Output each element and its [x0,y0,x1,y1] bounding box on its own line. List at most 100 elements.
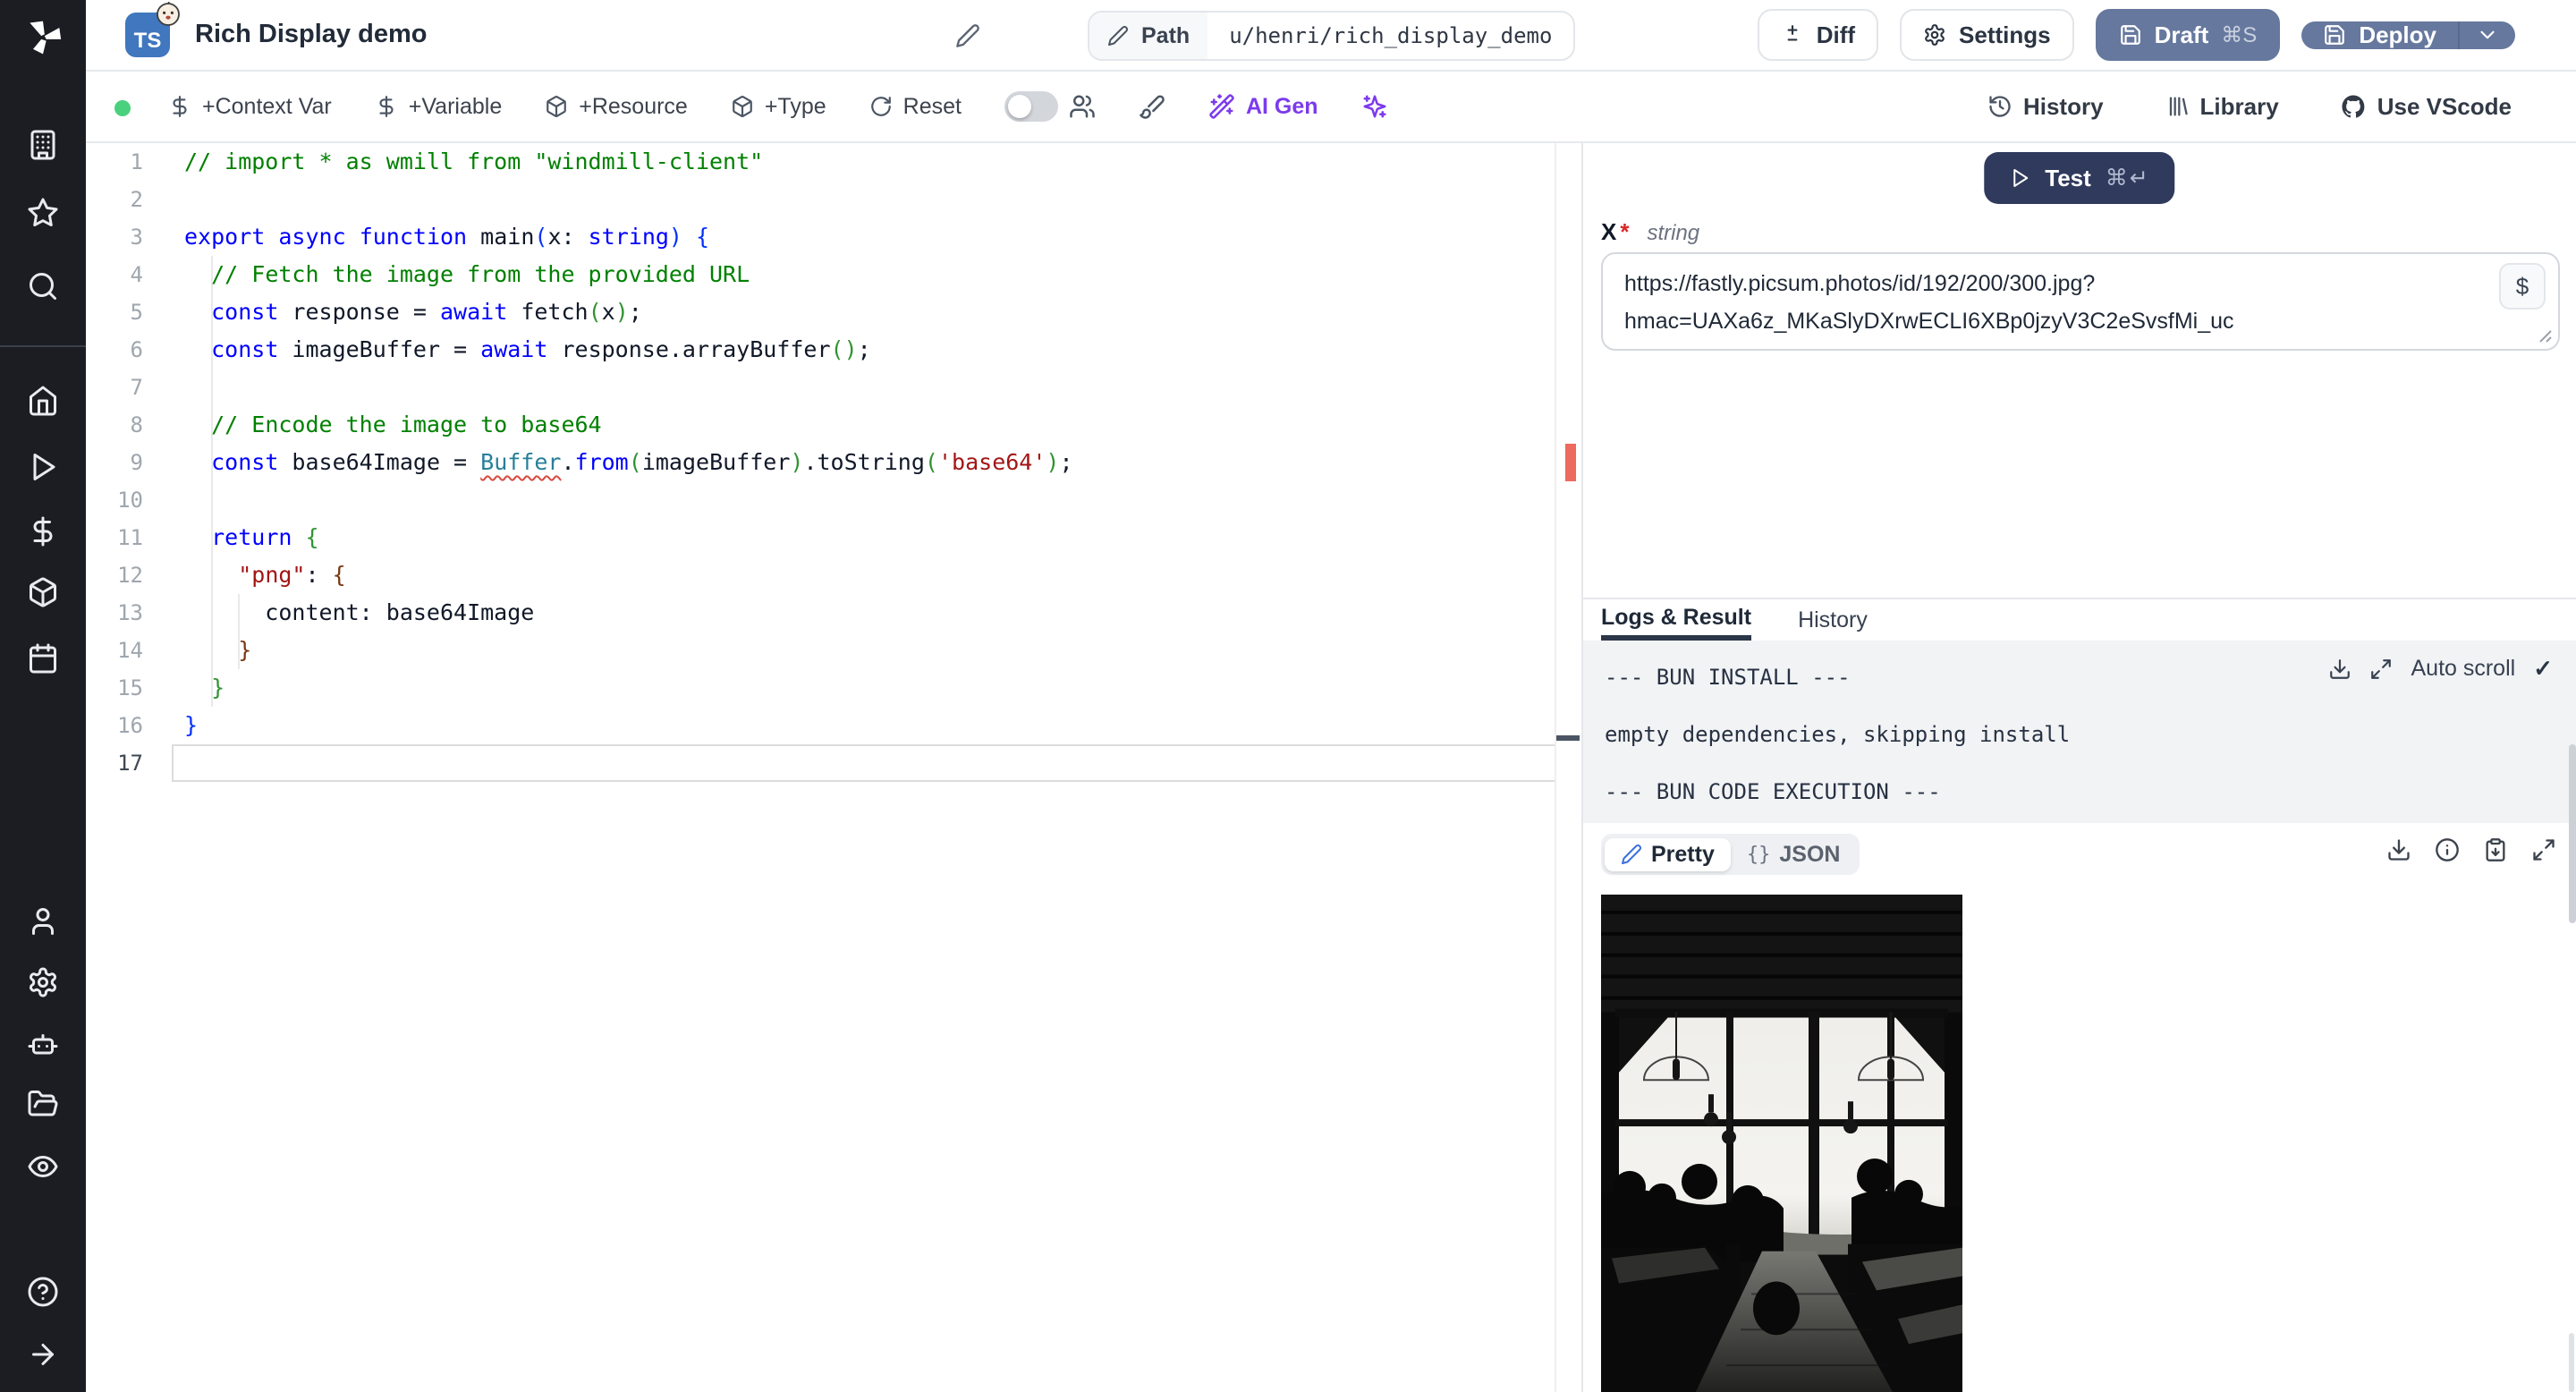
code-line[interactable]: // import * as wmill from "windmill-clie… [184,143,1563,181]
library-icon [2169,97,2188,116]
deploy-button[interactable]: Deploy [2301,21,2515,49]
code-line[interactable] [184,369,1563,406]
test-button[interactable]: Test ⌘↵ [1984,152,2175,204]
top-header: TS Rich Display demo Path u/henri/rich_d… [86,0,2576,72]
gear-icon [1925,24,1945,46]
pretty-tab[interactable]: Pretty [1605,837,1731,871]
format-code-button[interactable] [1139,93,1165,120]
code-line[interactable]: // Encode the image to base64 [184,406,1563,444]
play-icon [2013,169,2029,187]
code-line[interactable]: } [184,707,1563,744]
pen-icon [1622,845,1642,864]
edit-summary-pencil-icon[interactable] [955,23,980,48]
folders-icon[interactable] [27,1088,59,1120]
code-line[interactable]: return { [184,519,1563,556]
code-line[interactable]: const imageBuffer = await response.array… [184,331,1563,369]
resize-handle[interactable] [2538,329,2553,344]
code-line[interactable] [184,744,1563,782]
required-asterisk: * [1620,218,1630,245]
fullscreen-icon[interactable] [2531,837,2556,862]
search-icon[interactable] [27,270,59,302]
code-line[interactable]: export async function main(x: string) { [184,218,1563,256]
windmill-logo-icon[interactable] [23,18,63,57]
code-line[interactable]: "png": { [184,556,1563,594]
variables-dollar-icon[interactable] [27,515,59,547]
line-number: 2 [130,187,143,212]
schedules-calendar-icon[interactable] [27,642,59,675]
deploy-dropdown[interactable] [2458,21,2515,49]
add-resource-button[interactable]: +Resource [545,94,688,120]
reset-button[interactable]: Reset [869,94,962,120]
add-type-button[interactable]: +Type [731,94,826,120]
favorites-star-icon[interactable] [27,197,59,229]
log-scrollbar-thumb[interactable] [2569,744,2576,923]
preview-panel: Test ⌘↵ X * string https://fastly.picsum.… [1581,143,2576,1392]
history-button[interactable]: History [1987,93,2104,121]
help-icon[interactable] [27,1276,59,1308]
settings-gear-icon[interactable] [27,966,59,998]
line-number: 10 [117,488,143,513]
multiplayer-toggle[interactable] [1004,91,1096,122]
draft-shortcut: ⌘S [2221,22,2258,47]
logs-tabs: Logs & Result History [1583,599,2576,641]
code-line[interactable]: } [184,669,1563,707]
code-content[interactable]: // import * as wmill from "windmill-clie… [184,143,1563,782]
x-input-value-line2: hmac=UAXa6z_MKaSlyDXrwECLI6XBp0jzyV3C2eS… [1624,309,2234,334]
tab-history[interactable]: History [1798,599,1868,641]
x-input[interactable]: https://fastly.picsum.photos/id/192/200/… [1601,252,2560,351]
home-icon[interactable] [27,385,59,417]
history-clock-icon [1989,96,2011,117]
ai-gen-button[interactable]: AI Gen [1208,93,1318,120]
dollar-icon [379,96,394,117]
dollar-icon [173,96,187,117]
argument-type: string [1647,221,1700,245]
toggle-switch [1004,91,1058,122]
code-line[interactable]: const base64Image = Buffer.from(imageBuf… [184,444,1563,481]
add-variable-button[interactable]: +Variable [375,94,502,120]
result-view-switcher: Pretty {} JSON [1601,834,1860,875]
expand-sidebar-arrow-icon[interactable] [27,1338,59,1371]
copy-clipboard-icon[interactable] [2483,837,2508,862]
tab-logs-result[interactable]: Logs & Result [1601,599,1752,641]
download-result-icon[interactable] [2386,837,2411,862]
settings-button[interactable]: Settings [1900,9,2074,61]
windmill-script-editor: TS Rich Display demo Path u/henri/rich_d… [0,0,2576,1392]
path-value: u/henri/rich_display_demo [1229,23,1553,48]
draft-button[interactable]: Draft ⌘S [2095,9,2281,61]
line-number: 8 [130,412,143,437]
code-line[interactable]: } [184,632,1563,669]
library-button[interactable]: Library [2165,93,2279,121]
code-line[interactable]: const response = await fetch(x); [184,293,1563,331]
page-scrollbar-thumb[interactable] [2569,1333,2574,1392]
audit-eye-icon[interactable] [27,1150,59,1183]
auto-scroll-check[interactable]: ✓ [2533,655,2553,683]
code-line[interactable] [184,481,1563,519]
code-line[interactable] [184,181,1563,218]
resources-cubes-icon[interactable] [27,576,59,608]
workspace-building-icon[interactable] [27,129,59,161]
log-line: --- BUN CODE EXECUTION --- [1605,779,1941,804]
user-icon[interactable] [27,905,59,938]
overview-ruler [1555,143,1556,1392]
expand-logs-icon[interactable] [2369,658,2393,681]
variable-picker-button[interactable]: $ [2499,263,2546,310]
path-editor[interactable]: Path u/henri/rich_display_demo [1088,11,1576,61]
runs-play-icon[interactable] [27,451,59,483]
auto-scroll-label[interactable]: Auto scroll [2411,656,2515,682]
diff-button[interactable]: Diff [1757,9,1879,61]
paintbrush-icon [1140,95,1165,119]
add-context-var-button[interactable]: +Context Var [168,94,332,120]
line-number: 16 [117,713,143,738]
line-number: 6 [130,337,143,362]
download-logs-icon[interactable] [2328,658,2351,681]
save-icon [2325,25,2345,45]
code-editor[interactable]: 1 2 3 4 5 6 7 8 9 10 11 12 13 14 15 16 17 // import * as… [86,143,1581,1392]
code-line[interactable]: // Fetch the image from the provided URL [184,256,1563,293]
info-icon[interactable] [2435,837,2460,862]
code-line[interactable]: content: base64Image [184,594,1563,632]
workers-robot-icon[interactable] [27,1029,59,1061]
braces-icon: {} [1746,843,1771,866]
json-tab[interactable]: {} JSON [1731,838,1857,871]
ai-sparkles-button[interactable] [1361,93,1388,120]
use-vscode-button[interactable]: Use VScode [2340,93,2512,121]
